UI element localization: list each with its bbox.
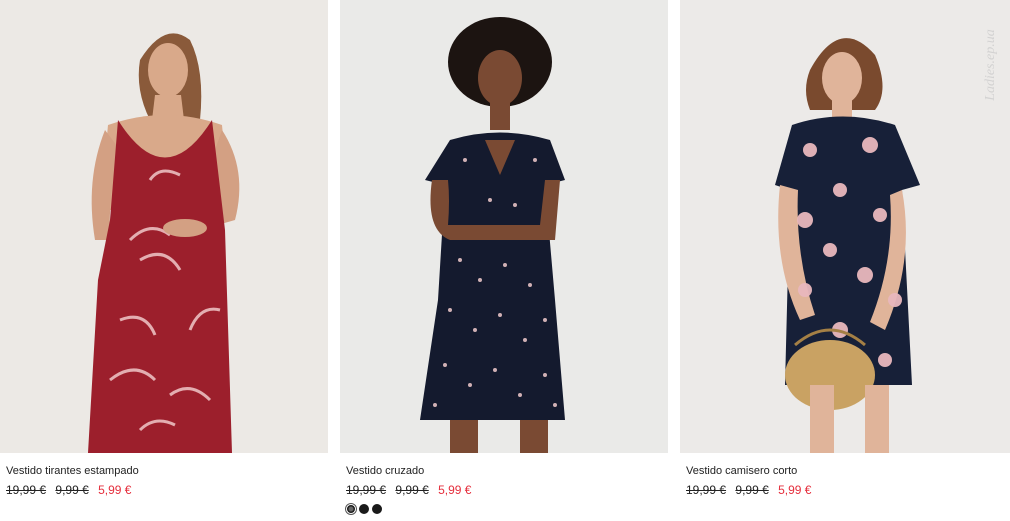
price-previous: 9,99 € bbox=[395, 483, 429, 497]
color-swatch[interactable] bbox=[346, 504, 356, 514]
price-sale: 5,99 € bbox=[438, 483, 472, 497]
color-swatch[interactable] bbox=[359, 504, 369, 514]
product-name[interactable]: Vestido cruzado bbox=[346, 465, 424, 477]
product-name[interactable]: Vestido camisero corto bbox=[686, 465, 797, 477]
product-image[interactable] bbox=[0, 0, 328, 453]
price-sale: 5,99 € bbox=[778, 483, 812, 497]
watermark: Ladies.ep.ua bbox=[983, 29, 998, 102]
product-card[interactable]: Vestido cruzado 19,99 € 9,99 € 5,99 € bbox=[340, 0, 668, 521]
price-previous: 9,99 € bbox=[735, 483, 769, 497]
product-prices: 19,99 € 9,99 € 5,99 € bbox=[6, 483, 137, 497]
price-original: 19,99 € bbox=[6, 483, 47, 497]
product-grid: Vestido tirantes estampado 19,99 € 9,99 … bbox=[0, 0, 1010, 521]
product-image[interactable] bbox=[680, 0, 1010, 453]
price-previous: 9,99 € bbox=[55, 483, 89, 497]
price-original: 19,99 € bbox=[346, 483, 387, 497]
product-prices: 19,99 € 9,99 € 5,99 € bbox=[686, 483, 817, 497]
price-sale: 5,99 € bbox=[98, 483, 132, 497]
color-swatch[interactable] bbox=[372, 504, 382, 514]
color-swatches bbox=[346, 504, 385, 516]
product-card[interactable]: Vestido camisero corto 19,99 € 9,99 € 5,… bbox=[680, 0, 1010, 521]
price-original: 19,99 € bbox=[686, 483, 727, 497]
svg-text:Ladies.ep.ua: Ladies.ep.ua bbox=[983, 29, 998, 102]
product-card[interactable]: Vestido tirantes estampado 19,99 € 9,99 … bbox=[0, 0, 328, 521]
product-name[interactable]: Vestido tirantes estampado bbox=[6, 465, 139, 477]
product-prices: 19,99 € 9,99 € 5,99 € bbox=[346, 483, 477, 497]
product-image[interactable] bbox=[340, 0, 668, 453]
